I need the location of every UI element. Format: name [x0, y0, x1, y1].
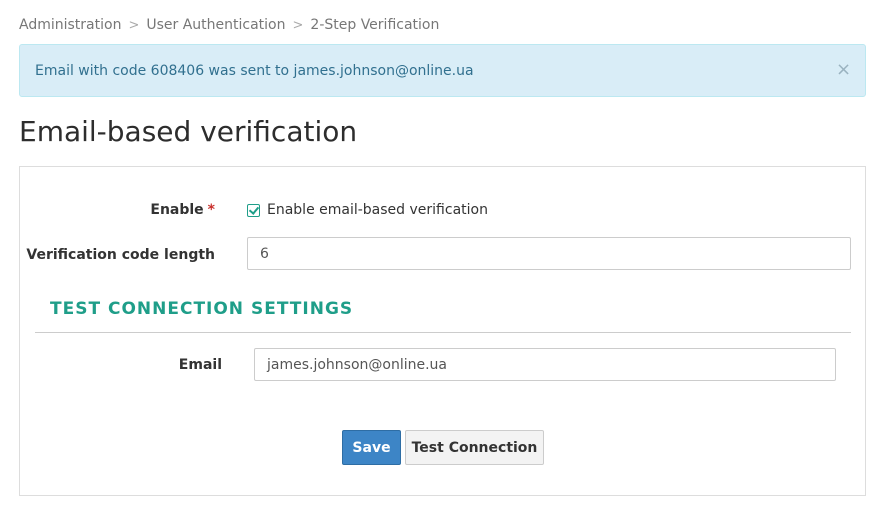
enable-label-text: Enable: [150, 202, 204, 218]
code-length-label: Verification code length: [26, 247, 215, 263]
code-length-input[interactable]: 6: [247, 237, 851, 270]
breadcrumb: Administration > User Authentication > 2…: [19, 15, 439, 35]
section-divider: [35, 332, 851, 333]
page-title: Email-based verification: [19, 115, 358, 148]
required-marker: *: [207, 202, 215, 218]
code-length-value: 6: [260, 245, 269, 262]
test-connection-section-title: TEST CONNECTION SETTINGS: [50, 299, 354, 319]
info-alert: Email with code 608406 was sent to james…: [19, 44, 866, 97]
enable-checkbox[interactable]: Enable email-based verification: [247, 200, 488, 220]
breadcrumb-item-user-authentication[interactable]: User Authentication: [146, 17, 285, 33]
email-input[interactable]: james.johnson@online.ua: [254, 348, 836, 381]
checkbox-checked-icon[interactable]: [247, 203, 260, 217]
email-label: Email: [178, 357, 222, 373]
chevron-right-icon: >: [128, 17, 140, 33]
email-value: james.johnson@online.ua: [267, 356, 448, 373]
alert-message: Email with code 608406 was sent to james…: [35, 62, 474, 79]
enable-label: Enable *: [150, 200, 215, 220]
save-button[interactable]: Save: [342, 430, 401, 465]
enable-checkbox-label: Enable email-based verification: [267, 202, 488, 218]
breadcrumb-item-administration[interactable]: Administration: [19, 17, 121, 33]
close-icon[interactable]: ×: [836, 60, 851, 80]
test-connection-button[interactable]: Test Connection: [405, 430, 544, 465]
breadcrumb-item-2-step-verification: 2-Step Verification: [310, 17, 440, 33]
verification-form-panel: Enable * Enable email-based verification …: [19, 166, 866, 496]
chevron-right-icon: >: [292, 17, 304, 33]
